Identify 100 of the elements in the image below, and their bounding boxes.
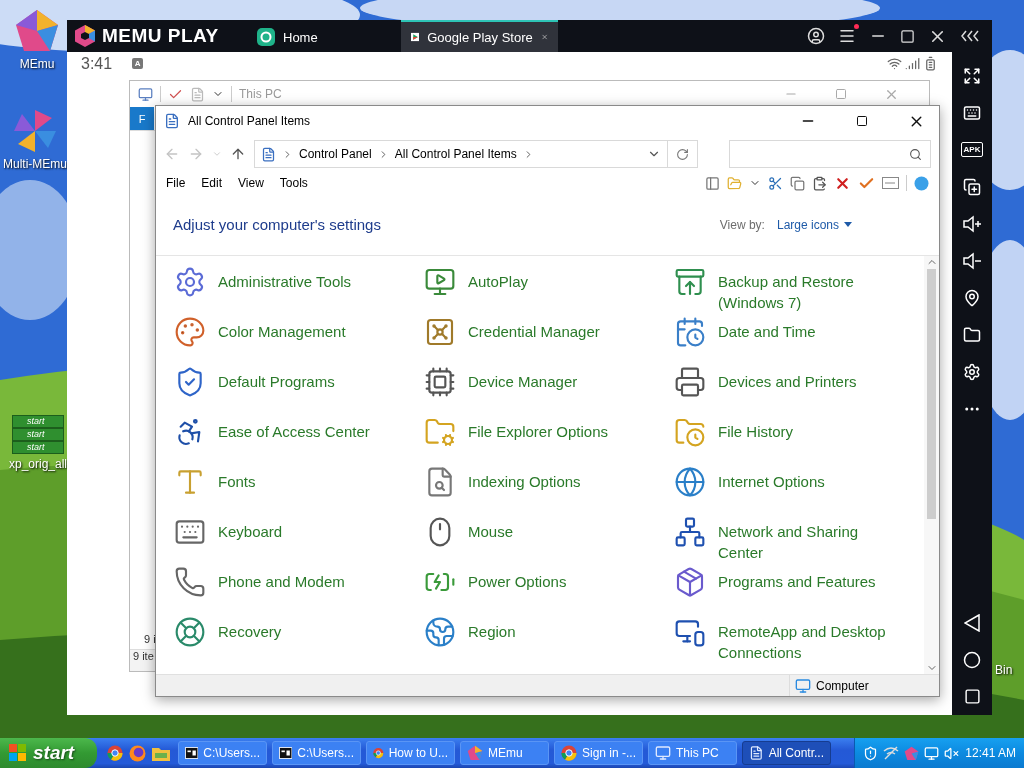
network-monitor-icon[interactable] bbox=[924, 745, 939, 761]
settings-icon[interactable] bbox=[963, 362, 981, 381]
globe-icon[interactable] bbox=[914, 175, 929, 191]
phone-icon[interactable] bbox=[174, 566, 206, 598]
recents-square-icon[interactable] bbox=[963, 688, 981, 705]
taskbar-button[interactable]: C:\Users... bbox=[272, 741, 361, 765]
control-panel-item-link[interactable]: AutoPlay bbox=[468, 271, 529, 292]
address-field[interactable]: Control Panel All Control Panel Items bbox=[254, 140, 668, 168]
printer-icon[interactable] bbox=[674, 366, 706, 398]
emulator-tab[interactable]: Google Play Store bbox=[401, 20, 558, 52]
volume-up-icon[interactable] bbox=[962, 214, 982, 233]
control-panel-item-link[interactable]: Credential Manager bbox=[468, 321, 600, 342]
taskbar-button[interactable]: This PC bbox=[648, 741, 737, 765]
desktop-icon-label[interactable]: Bin bbox=[995, 663, 1013, 677]
control-panel-item-link[interactable]: Indexing Options bbox=[468, 471, 581, 492]
home-circle-icon[interactable] bbox=[963, 650, 981, 669]
pentagon-logo-icon[interactable] bbox=[14, 8, 60, 54]
start-button[interactable]: start bbox=[0, 738, 97, 768]
rename-icon[interactable] bbox=[882, 177, 899, 189]
network-off-icon[interactable] bbox=[883, 746, 899, 760]
taskbar-button[interactable]: How to U... bbox=[366, 741, 455, 765]
copy-icon[interactable] bbox=[790, 175, 805, 191]
back-triangle-icon[interactable] bbox=[964, 613, 980, 632]
folder-clock-icon[interactable] bbox=[674, 416, 706, 448]
control-panel-item-link[interactable]: Default Programs bbox=[218, 371, 335, 392]
monitor-play-icon[interactable] bbox=[424, 266, 456, 298]
control-panel-item-link[interactable]: Mouse bbox=[468, 521, 514, 542]
control-panel-item-link[interactable]: Programs and Features bbox=[718, 571, 876, 592]
control-panel-item-link[interactable]: Color Management bbox=[218, 321, 346, 342]
control-panel-item-link[interactable]: Devices and Printers bbox=[718, 371, 857, 392]
search-icon[interactable] bbox=[909, 147, 922, 161]
menu-item[interactable]: File bbox=[166, 176, 186, 190]
multi-window-icon[interactable] bbox=[963, 177, 981, 196]
taskbar-button[interactable]: All Contr... bbox=[742, 741, 831, 765]
archive-icon bbox=[279, 746, 293, 760]
menu-item[interactable]: View bbox=[238, 176, 264, 190]
taskbar-button[interactable]: C:\Users... bbox=[178, 741, 267, 765]
apk-install-button[interactable]: APK bbox=[960, 142, 984, 157]
taskbar-button[interactable]: MEmu bbox=[460, 741, 549, 765]
control-panel-item-link[interactable]: Internet Options bbox=[718, 471, 825, 492]
control-panel-item-link[interactable]: Ease of Access Center bbox=[218, 421, 370, 442]
control-panel-item-link[interactable]: Date and Time bbox=[718, 321, 816, 342]
control-panel-item-link[interactable]: Recovery bbox=[218, 621, 282, 642]
breadcrumb-link[interactable]: Control Panel bbox=[299, 147, 372, 161]
desktop-icon-label[interactable]: Multi-MEmu bbox=[3, 157, 67, 171]
volume-muted-icon[interactable] bbox=[944, 745, 959, 761]
control-panel-item-link[interactable]: Keyboard bbox=[218, 521, 283, 542]
location-icon[interactable] bbox=[963, 288, 981, 307]
control-panel-item-link[interactable]: Power Options bbox=[468, 571, 567, 592]
control-panel-item-link[interactable]: Network and Sharing Center bbox=[718, 521, 894, 563]
maximize-icon[interactable] bbox=[856, 115, 868, 127]
refresh-button[interactable] bbox=[668, 140, 698, 168]
shield-icon[interactable] bbox=[863, 745, 878, 761]
control-panel-item-link[interactable]: RemoteApp and Desktop Connections bbox=[718, 621, 894, 663]
up-icon[interactable] bbox=[230, 146, 246, 162]
ribbon-tab[interactable]: F bbox=[130, 107, 154, 130]
lifebuoy-icon[interactable] bbox=[174, 616, 206, 648]
volume-down-icon[interactable] bbox=[962, 251, 982, 270]
folder-gear-icon[interactable] bbox=[424, 416, 456, 448]
menu-item[interactable]: Edit bbox=[201, 176, 223, 190]
network-icon[interactable] bbox=[674, 516, 706, 548]
pane-icon[interactable] bbox=[705, 175, 720, 191]
control-panel-item-link[interactable]: File History bbox=[718, 421, 793, 442]
cut-icon[interactable] bbox=[768, 175, 783, 191]
breadcrumb-link[interactable]: All Control Panel Items bbox=[394, 147, 517, 161]
taskbar-button[interactable]: Sign in -... bbox=[554, 741, 643, 765]
control-panel-item-link[interactable]: Fonts bbox=[218, 471, 256, 492]
archive-icon[interactable] bbox=[674, 266, 706, 298]
refresh-icon[interactable] bbox=[676, 147, 689, 161]
palette-icon[interactable] bbox=[174, 316, 206, 348]
account-icon[interactable] bbox=[807, 27, 825, 45]
window-title: All Control Panel Items bbox=[188, 114, 311, 128]
menu-icon[interactable] bbox=[838, 27, 856, 45]
vault-icon[interactable] bbox=[424, 316, 456, 348]
page-heading: Adjust your computer's settings bbox=[173, 216, 381, 233]
globe-icon[interactable] bbox=[674, 466, 706, 498]
earth-icon[interactable] bbox=[424, 616, 456, 648]
control-panel-item-link[interactable]: Region bbox=[468, 621, 516, 642]
control-panel-item-link[interactable]: Administrative Tools bbox=[218, 271, 352, 292]
paste-icon[interactable] bbox=[812, 175, 827, 191]
desktop-icon-label[interactable]: MEmu bbox=[19, 57, 55, 71]
control-panel-item-link[interactable]: Device Manager bbox=[468, 371, 578, 392]
search-field[interactable] bbox=[729, 140, 931, 168]
control-panel-item-link[interactable]: Backup and Restore (Windows 7) bbox=[718, 271, 894, 313]
package-icon[interactable] bbox=[674, 566, 706, 598]
caret-icon[interactable] bbox=[844, 222, 852, 227]
collapse-icon[interactable] bbox=[960, 29, 980, 43]
gear-icon[interactable] bbox=[174, 266, 206, 298]
menu-item[interactable]: Tools bbox=[279, 176, 308, 190]
calendar-clock-icon[interactable] bbox=[674, 316, 706, 348]
view-mode-dropdown[interactable]: Large icons bbox=[776, 217, 852, 232]
control-panel-item-link[interactable]: Phone and Modem bbox=[218, 571, 345, 592]
fullscreen-icon[interactable] bbox=[963, 66, 981, 85]
control-panel-item-link[interactable]: File Explorer Options bbox=[468, 421, 609, 442]
keyboard-icon[interactable] bbox=[963, 103, 981, 122]
clock-text: 3:41 bbox=[81, 54, 113, 73]
pinwheel-icon[interactable] bbox=[12, 108, 58, 154]
emulator-tab[interactable]: Home bbox=[247, 20, 395, 52]
chip-icon[interactable] bbox=[424, 366, 456, 398]
folder-icon[interactable] bbox=[963, 325, 981, 344]
